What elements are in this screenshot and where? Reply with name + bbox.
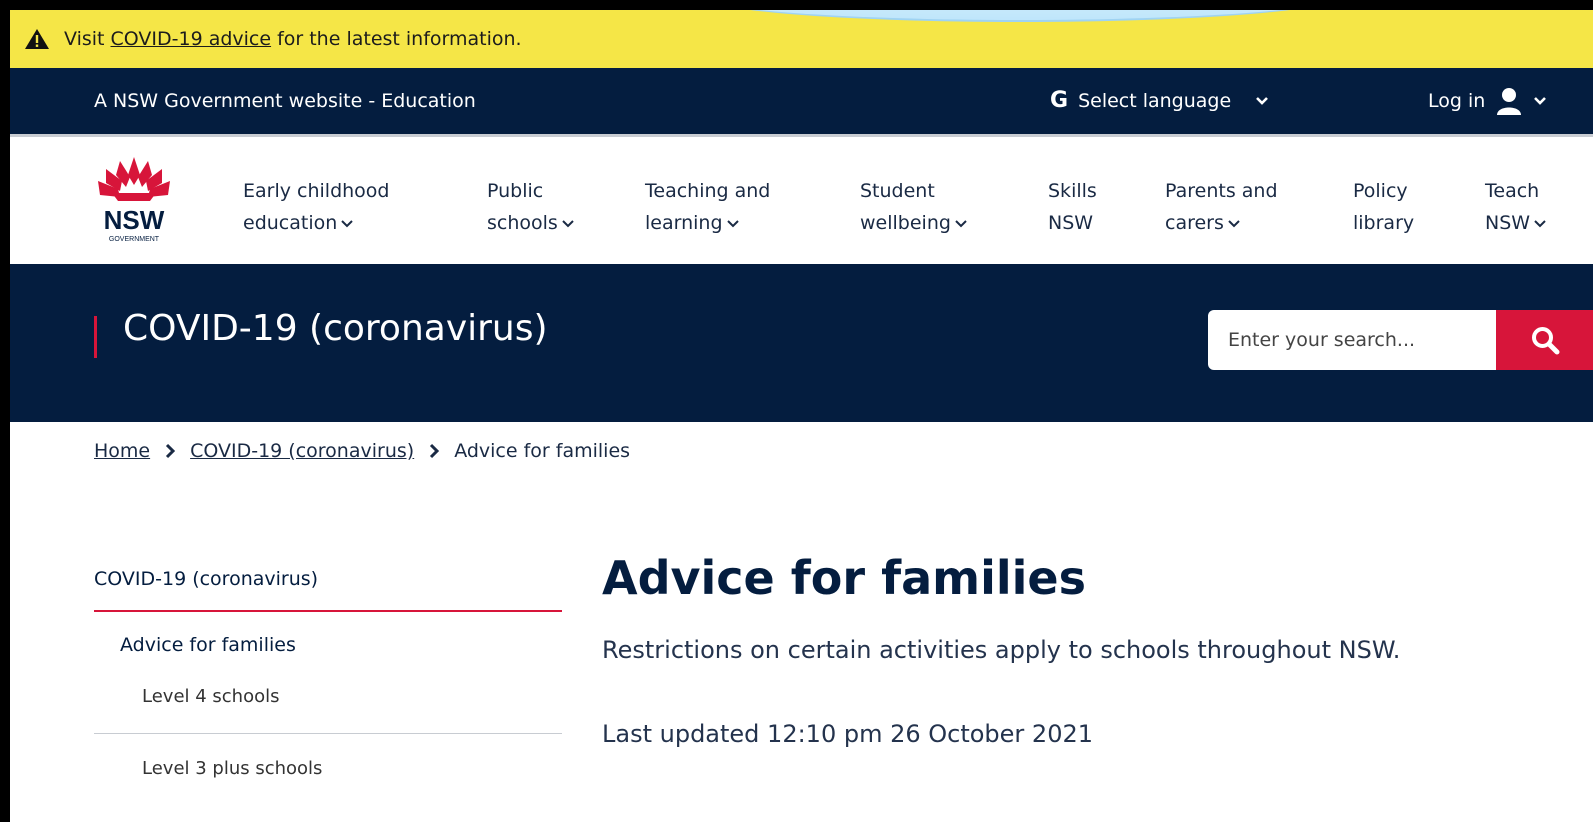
nav-label-line1: Teach (1485, 180, 1540, 202)
nav-parents-and-carers[interactable]: Parents and carers (1165, 175, 1278, 239)
nav-teaching-and-learning[interactable]: Teaching and learning (645, 175, 770, 239)
chevron-right-icon (430, 443, 440, 459)
chevron-right-icon (166, 443, 176, 459)
waratah-logo-icon: NSW GOVERNMENT (98, 157, 170, 243)
main-content: Advice for families Restrictions on cert… (602, 550, 1562, 748)
masthead: A NSW Government website - Education G S… (10, 68, 1593, 134)
logo-government-text: GOVERNMENT (109, 236, 160, 243)
covid-alert-bar: Visit COVID-19 advice for the latest inf… (10, 10, 1593, 68)
chevron-down-icon (1256, 96, 1269, 105)
alert-suffix: for the latest information. (277, 28, 522, 50)
chevron-down-icon (1534, 219, 1546, 227)
nav-label-line1: Teaching and (645, 180, 771, 202)
nav-label-line2: carers (1165, 212, 1224, 234)
nav-label-line1: Skills (1048, 180, 1097, 202)
side-navigation: COVID-19 (coronavirus) Advice for famili… (94, 550, 562, 802)
select-language-label: Select language (1078, 89, 1232, 112)
breadcrumb-home-link[interactable]: Home (94, 440, 150, 462)
logo-nsw-text: NSW (104, 205, 165, 235)
search-icon (1531, 327, 1559, 355)
nav-student-wellbeing[interactable]: Student wellbeing (860, 175, 967, 239)
search-input[interactable]: Enter your search... (1208, 310, 1498, 370)
main-navigation: NSW GOVERNMENT Early childhood education… (10, 134, 1593, 267)
select-language-button[interactable]: G Select language (1050, 88, 1269, 113)
sidenav-level-3-plus-schools[interactable]: Level 3 plus schools (94, 734, 562, 802)
nav-public-schools[interactable]: Public schools (487, 175, 574, 239)
page-lead: Restrictions on certain activities apply… (602, 636, 1401, 664)
sidenav-level-4-schools[interactable]: Level 4 schools (94, 662, 562, 734)
banner-accent-bar (94, 316, 97, 358)
breadcrumb: Home COVID-19 (coronavirus) Advice for f… (94, 440, 630, 462)
nsw-government-logo[interactable]: NSW GOVERNMENT (92, 155, 176, 245)
page-title: Advice for families (602, 551, 1086, 605)
chevron-down-icon (726, 219, 739, 227)
search-button[interactable] (1496, 310, 1593, 370)
user-icon (1497, 88, 1522, 115)
last-updated: Last updated 12:10 pm 26 October 2021 (602, 720, 1094, 748)
chevron-down-icon (955, 219, 967, 227)
nav-policy-library[interactable]: Policy library (1353, 175, 1414, 239)
alert-prefix: Visit (64, 28, 105, 50)
nav-label-line2: NSW (1485, 212, 1531, 234)
nav-skills-nsw[interactable]: Skills NSW (1048, 175, 1097, 239)
nav-label-line2: library (1353, 212, 1415, 234)
nav-label-line2: schools (487, 212, 558, 234)
warning-triangle-icon (25, 29, 49, 49)
nav-label-line2: wellbeing (860, 212, 951, 234)
nav-label-line1: Public (487, 180, 544, 202)
site-label: A NSW Government website - Education (94, 90, 476, 112)
chevron-down-icon (1228, 219, 1240, 227)
sidenav-covid-link[interactable]: COVID-19 (coronavirus) (94, 550, 562, 612)
login-label: Log in (1428, 90, 1486, 112)
browser-viewport: Visit COVID-19 advice for the latest inf… (10, 10, 1593, 822)
login-button[interactable]: Log in (1428, 86, 1547, 116)
nav-teach-nsw[interactable]: Teach NSW (1485, 175, 1546, 239)
chevron-down-icon (562, 219, 574, 227)
section-banner: COVID-19 (coronavirus) Enter your search… (10, 264, 1593, 422)
nav-label-line1: Early childhood (243, 180, 390, 202)
nav-early-childhood-education[interactable]: Early childhood education (243, 175, 389, 239)
nav-label-line2: NSW (1048, 212, 1094, 234)
search-placeholder: Enter your search... (1228, 329, 1416, 351)
nav-label-line2: learning (645, 212, 723, 234)
sidenav-advice-for-families[interactable]: Advice for families (94, 612, 562, 662)
covid-advice-link[interactable]: COVID-19 advice (111, 28, 272, 50)
nav-label-line1: Student (860, 180, 935, 202)
breadcrumb-current: Advice for families (454, 440, 631, 462)
nav-label-line2: education (243, 212, 338, 234)
section-title: COVID-19 (coronavirus) (123, 308, 548, 349)
chevron-down-icon (1534, 97, 1547, 105)
chevron-down-icon (341, 219, 353, 227)
breadcrumb-covid-link[interactable]: COVID-19 (coronavirus) (190, 440, 414, 462)
google-translate-icon: G (1050, 88, 1069, 113)
nav-label-line1: Parents and (1165, 180, 1278, 202)
nav-label-line1: Policy (1353, 180, 1408, 202)
